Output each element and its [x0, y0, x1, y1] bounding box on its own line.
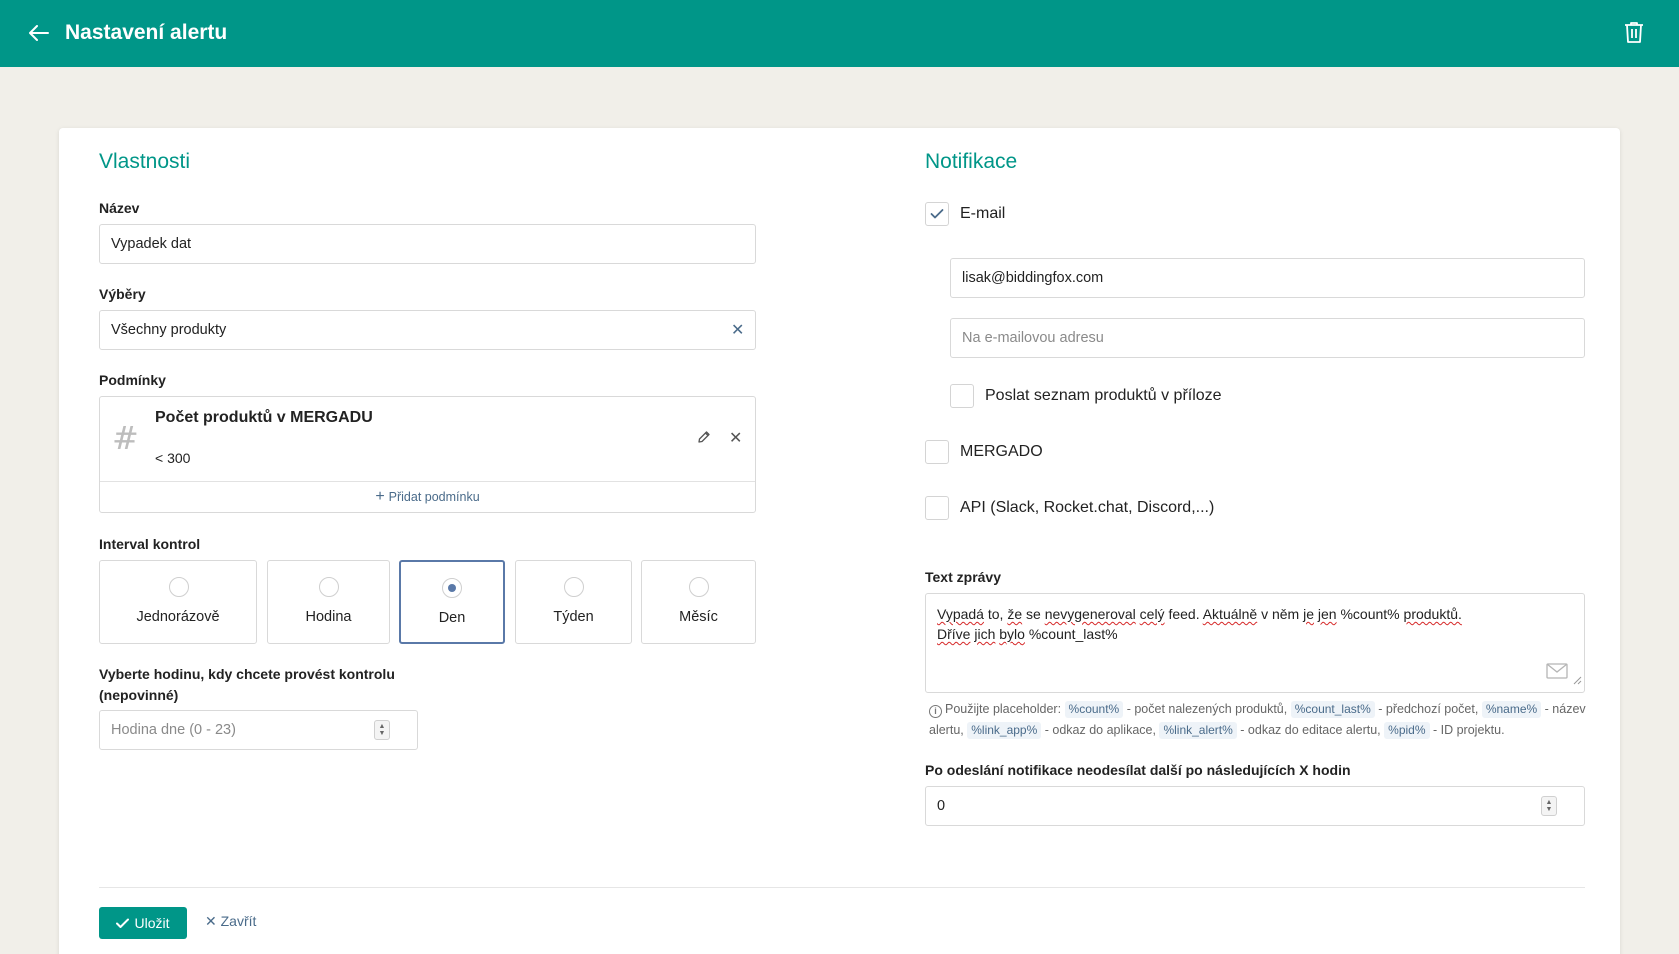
message-line: Dříve jich bylo %count_last%	[937, 626, 1118, 642]
placeholder-tag: %name%	[1481, 701, 1542, 718]
throttle-stepper[interactable]: ▲ ▼	[1541, 796, 1557, 816]
interval-label: Interval kontrol	[99, 536, 201, 552]
plus-icon: +	[375, 488, 385, 505]
placeholder-tag: %count%	[1064, 701, 1124, 718]
app-header: Nastavení alertu	[0, 0, 1679, 67]
hour-label-optional: (nepovinné)	[99, 687, 179, 703]
api-checkbox-label: API (Slack, Rocket.chat, Discord,...)	[960, 499, 1215, 516]
name-label: Název	[99, 200, 140, 216]
interval-option-label: Den	[438, 610, 466, 626]
placeholder-tag: %link_app%	[967, 722, 1042, 739]
interval-option-label: Jednorázově	[136, 609, 220, 625]
close-icon: ✕	[205, 913, 221, 929]
notifications-section-title: Notifikace	[925, 150, 1018, 173]
footer-divider	[99, 887, 1585, 888]
condition-list: # Počet produktů v MERGADU < 300 ✕ + Při…	[99, 396, 756, 513]
additional-email-input[interactable]	[950, 318, 1585, 358]
hour-input[interactable]	[99, 710, 418, 750]
checkmark-icon	[116, 918, 130, 928]
message-line: Vypadá to, že se nevygeneroval celý feed…	[937, 606, 1462, 622]
attach-products-checkbox[interactable]	[950, 384, 974, 408]
api-checkbox[interactable]	[925, 496, 949, 520]
chevron-down-icon: ▼	[1545, 806, 1553, 813]
interval-option-once[interactable]: Jednorázově	[99, 560, 257, 644]
placeholder-tag: %pid%	[1384, 722, 1430, 739]
condition-name: Počet produktů v MERGADU	[155, 409, 373, 426]
add-condition-button[interactable]: + Přidat podmínku	[100, 482, 755, 512]
interval-option-hour[interactable]: Hodina	[267, 560, 390, 644]
delete-alert-button[interactable]	[1621, 18, 1647, 46]
alert-settings-card: Vlastnosti Název Výběry ✕ Podmínky # Poč…	[59, 128, 1620, 954]
clear-selection-icon[interactable]: ✕	[731, 320, 744, 340]
envelope-icon	[1546, 663, 1568, 684]
radio-icon	[689, 577, 709, 597]
message-label: Text zprávy	[925, 569, 1001, 585]
chevron-down-icon: ▼	[378, 730, 386, 737]
conditions-label: Podmínky	[99, 372, 166, 388]
mergado-checkbox-label: MERGADO	[960, 443, 1043, 460]
email-checkbox[interactable]	[925, 202, 949, 226]
chevron-up-icon: ▲	[378, 723, 386, 730]
radio-icon	[169, 577, 189, 597]
save-button-label: Uložit	[134, 915, 170, 931]
hash-icon: #	[112, 419, 139, 457]
close-button[interactable]: ✕ Zavřít	[205, 913, 256, 930]
placeholder-help: i Použijte placeholder: %count% - počet n…	[929, 701, 1586, 739]
hour-label: Vyberte hodinu, kdy chcete provést kontr…	[99, 666, 395, 682]
interval-option-day[interactable]: Den	[399, 560, 505, 644]
message-textarea[interactable]: Vypadá to, že se nevygeneroval celý feed…	[925, 593, 1585, 693]
selections-select[interactable]	[99, 310, 756, 350]
interval-option-label: Měsíc	[679, 609, 718, 625]
placeholder-tag: %count_last%	[1290, 701, 1375, 718]
trash-icon	[1625, 22, 1643, 43]
hour-stepper[interactable]: ▲ ▼	[374, 720, 390, 740]
throttle-input[interactable]	[925, 786, 1585, 826]
info-icon: i	[929, 705, 942, 718]
email-address-input[interactable]	[950, 258, 1585, 298]
interval-option-label: Týden	[553, 609, 594, 625]
interval-option-week[interactable]: Týden	[515, 560, 632, 644]
properties-section-title: Vlastnosti	[99, 150, 191, 173]
resize-handle[interactable]	[1573, 670, 1582, 690]
chevron-up-icon: ▲	[1545, 799, 1553, 806]
page-title: Nastavení alertu	[65, 21, 228, 44]
throttle-label: Po odeslání notifikace neodesílat další …	[925, 762, 1351, 778]
name-input[interactable]	[99, 224, 756, 264]
back-button[interactable]	[26, 20, 52, 46]
placeholder-tag: %link_alert%	[1159, 722, 1237, 739]
pencil-icon	[698, 431, 710, 443]
edit-condition-button[interactable]	[697, 430, 711, 449]
radio-selected-icon	[442, 578, 462, 598]
arrow-left-icon	[29, 25, 49, 41]
condition-value: < 300	[155, 450, 191, 466]
interval-option-label: Hodina	[305, 609, 352, 625]
selections-label: Výběry	[99, 286, 146, 302]
checkmark-icon	[930, 209, 944, 219]
save-button[interactable]: Uložit	[99, 907, 187, 939]
mergado-checkbox[interactable]	[925, 440, 949, 464]
remove-condition-button[interactable]: ✕	[729, 428, 742, 448]
radio-icon	[319, 577, 339, 597]
radio-icon	[564, 577, 584, 597]
interval-option-month[interactable]: Měsíc	[641, 560, 756, 644]
email-checkbox-label: E-mail	[960, 205, 1006, 222]
attach-products-label: Poslat seznam produktů v příloze	[985, 387, 1222, 404]
add-condition-label: Přidat podmínku	[388, 490, 480, 504]
